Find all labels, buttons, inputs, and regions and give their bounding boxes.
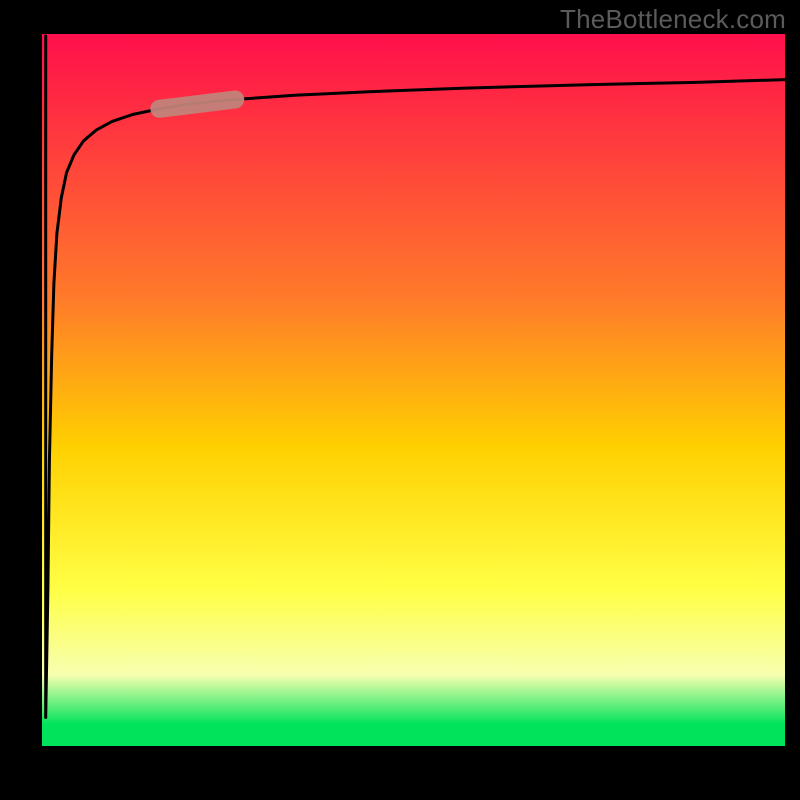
- chart-stage: TheBottleneck.com: [0, 0, 800, 800]
- watermark-text: TheBottleneck.com: [560, 4, 786, 35]
- chart-svg: [0, 0, 800, 800]
- plot-background: [42, 34, 785, 746]
- curve-highlight-outline: [159, 100, 235, 109]
